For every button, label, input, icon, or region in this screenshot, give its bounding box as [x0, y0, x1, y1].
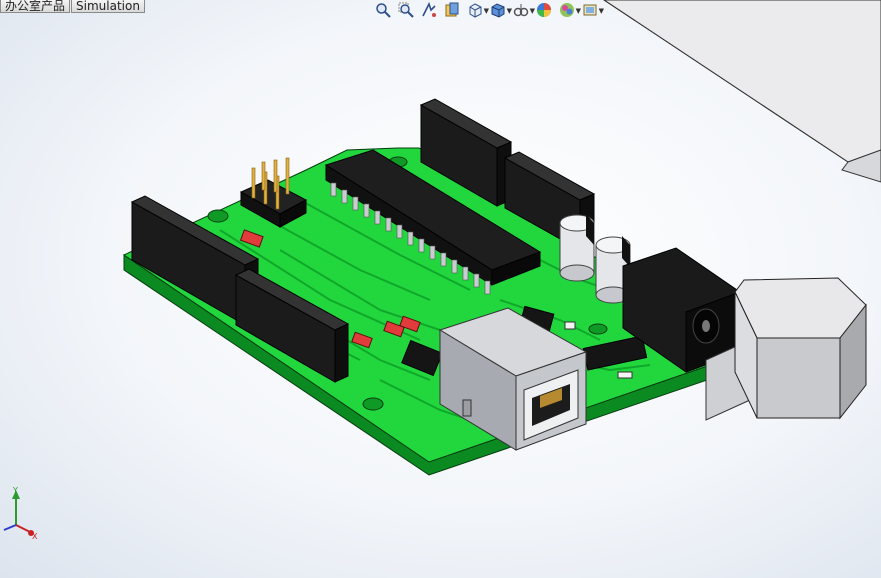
- view-settings-icon[interactable]: ▼: [581, 1, 604, 19]
- hide-show-items-icon[interactable]: ▼: [512, 1, 535, 19]
- previous-view-icon[interactable]: [420, 1, 438, 19]
- tab-simulation[interactable]: Simulation: [71, 0, 145, 13]
- triad-y-label: Y: [13, 486, 18, 495]
- zoom-to-area-icon[interactable]: [397, 1, 415, 19]
- view-orientation-icon[interactable]: ▼: [466, 1, 489, 19]
- apply-scene-icon[interactable]: ▼: [558, 1, 581, 19]
- edit-appearance-icon[interactable]: [535, 1, 553, 19]
- section-view-icon[interactable]: [443, 1, 461, 19]
- background-grey-part: [603, 0, 881, 183]
- tab-bar: 办公室产品 Simulation: [0, 0, 145, 14]
- zoom-to-fit-icon[interactable]: [374, 1, 392, 19]
- chevron-down-icon: ▼: [598, 7, 604, 15]
- heads-up-view-toolbar: ▼ ▼ ▼ ▼ ▼: [374, 0, 604, 20]
- triad-labels: Y X: [4, 486, 44, 542]
- tab-office-products[interactable]: 办公室产品: [0, 0, 71, 13]
- display-style-icon[interactable]: ▼: [489, 1, 512, 19]
- capacitor-1: [559, 214, 595, 282]
- triad-x-label: X: [32, 532, 38, 541]
- graphics-viewport[interactable]: [0, 0, 881, 578]
